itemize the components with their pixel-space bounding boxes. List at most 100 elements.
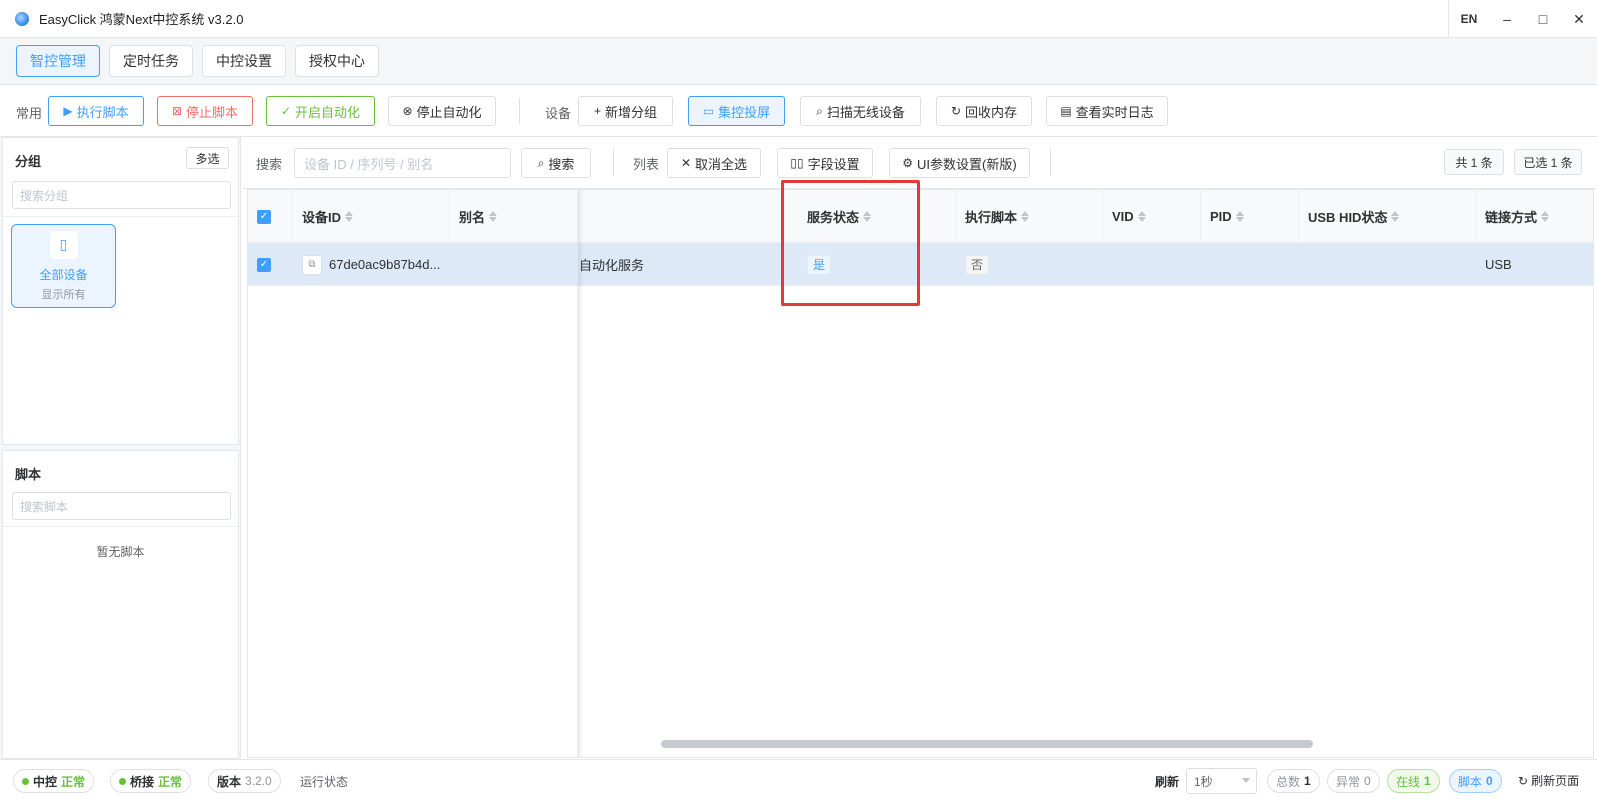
script-panel-divider xyxy=(3,526,238,527)
sort-icon[interactable] xyxy=(345,211,354,222)
ui-params-button[interactable]: ⚙ UI参数设置(新版) xyxy=(889,148,1030,178)
all-devices-label: 全部设备 xyxy=(39,267,88,282)
column-link-mode[interactable]: 链接方式 xyxy=(1476,190,1593,243)
refresh-interval-select[interactable]: 1秒 xyxy=(1186,768,1257,794)
row-checkbox[interactable]: ✓ xyxy=(257,257,271,272)
stop-automation-button[interactable]: ⊗ 停止自动化 xyxy=(388,96,496,126)
column-pid[interactable]: PID xyxy=(1201,190,1299,243)
error-devices-pill: 异常 0 xyxy=(1327,769,1380,793)
table-row[interactable]: ✓ ⧉ 67de0ac9b87b4d... 自动化服务 是 否 USB xyxy=(248,243,1593,286)
scan-wireless-button[interactable]: ⌕ 扫描无线设备 xyxy=(800,96,921,126)
empty-script-text: 暂无脚本 xyxy=(96,545,145,559)
phone-icon: ▯ xyxy=(49,230,78,259)
plus-icon: + xyxy=(593,104,601,118)
script-panel: 脚本 搜索脚本 暂无脚本 xyxy=(2,450,239,759)
view-log-button[interactable]: ▤ 查看实时日志 xyxy=(1046,96,1168,126)
horizontal-scrollbar[interactable] xyxy=(661,740,1313,748)
tab-scheduled-tasks[interactable]: 定时任务 xyxy=(109,45,193,77)
chevron-down-icon xyxy=(1242,778,1250,783)
start-automation-button[interactable]: ✓ 开启自动化 xyxy=(266,96,375,126)
total-devices-pill: 总数 1 xyxy=(1267,769,1320,793)
deselect-all-button[interactable]: ✕ 取消全选 xyxy=(667,148,761,178)
total-count-badge: 共 1 条 xyxy=(1444,149,1504,175)
group-screen-button[interactable]: ▭ 集控投屏 xyxy=(688,96,785,126)
refresh-page-button[interactable]: ↻ 刷新页面 xyxy=(1518,772,1579,789)
column-vid[interactable]: VID xyxy=(1103,190,1201,243)
refresh-icon: ↻ xyxy=(1518,773,1529,788)
pid-cell xyxy=(1201,243,1299,286)
gear-icon: ⚙ xyxy=(902,156,914,170)
device-table: ✓ 设备ID 别名 服务状态 执行脚本 VID PID USB HID状态 链接… xyxy=(247,189,1594,758)
window-title: EasyClick 鸿蒙Next中控系统 v3.2.0 xyxy=(39,12,244,27)
column-device-id[interactable]: 设备ID xyxy=(293,190,450,243)
script-count-pill: 脚本 0 xyxy=(1449,769,1502,793)
document-icon: ▤ xyxy=(1060,104,1072,118)
tab-license-center[interactable]: 授权中心 xyxy=(295,45,379,77)
version-pill: 版本 3.2.0 xyxy=(208,769,281,793)
tab-smart-control[interactable]: 智控管理 xyxy=(16,45,100,77)
bridge-status-pill: 桥接 正常 xyxy=(110,769,192,793)
field-settings-button[interactable]: ▯▯ 字段设置 xyxy=(777,148,873,178)
x-icon: ✕ xyxy=(680,156,692,170)
sort-icon[interactable] xyxy=(1391,211,1400,222)
partial-column-cell: 自动化服务 xyxy=(579,258,645,273)
stop-box-icon: ⊠ xyxy=(171,104,183,118)
usb-hid-cell xyxy=(1299,243,1476,286)
device-search-input[interactable]: 设备 ID / 序列号 / 别名 xyxy=(294,148,511,178)
toolbar-divider xyxy=(519,98,520,124)
refresh-label: 刷新 xyxy=(1155,775,1180,789)
group-panel-divider xyxy=(3,216,238,217)
close-circle-icon: ⊗ xyxy=(402,104,413,118)
sort-icon[interactable] xyxy=(1021,211,1030,222)
link-mode-cell: USB xyxy=(1485,257,1512,272)
sort-icon[interactable] xyxy=(1137,211,1146,222)
play-icon: ▶ xyxy=(63,104,73,118)
all-devices-card[interactable]: ▯ 全部设备 显示所有 xyxy=(11,224,116,308)
script-panel-title: 脚本 xyxy=(15,467,42,482)
monitor-icon: ▭ xyxy=(702,104,715,118)
device-id-cell: ⧉ 67de0ac9b87b4d... xyxy=(293,243,450,286)
search-button[interactable]: ⌕ 搜索 xyxy=(521,148,591,178)
tab-center-settings[interactable]: 中控设置 xyxy=(202,45,286,77)
multi-select-button[interactable]: 多选 xyxy=(186,147,229,169)
check-circle-icon: ✓ xyxy=(280,104,292,118)
device-label: 设备 xyxy=(545,106,572,121)
group-panel-title: 分组 xyxy=(15,154,42,169)
sort-icon[interactable] xyxy=(489,211,498,222)
search-icon: ⌕ xyxy=(537,156,545,170)
column-alias[interactable]: 别名 xyxy=(450,190,578,243)
maximize-icon[interactable]: □ xyxy=(1525,0,1561,38)
select-all-cell: ✓ xyxy=(248,190,293,243)
column-exec-script[interactable]: 执行脚本 xyxy=(956,190,1103,243)
close-icon[interactable]: ✕ xyxy=(1561,0,1597,38)
common-label: 常用 xyxy=(16,106,43,121)
center-status-pill: 中控 正常 xyxy=(13,769,95,793)
status-bar: 中控 正常 桥接 正常 版本 3.2.0 运行状态 刷新 1秒 总数 1 异常 … xyxy=(0,759,1597,799)
main-tabs: 智控管理 定时任务 中控设置 授权中心 xyxy=(0,38,1597,85)
refresh-icon: ↻ xyxy=(950,104,962,118)
selected-count-badge: 已选 1 条 xyxy=(1514,149,1582,175)
run-script-button[interactable]: ▶ 执行脚本 xyxy=(48,96,144,126)
column-usb-hid[interactable]: USB HID状态 xyxy=(1299,190,1476,243)
minimize-icon[interactable]: – xyxy=(1489,0,1525,38)
copy-icon[interactable]: ⧉ xyxy=(302,254,322,275)
sort-icon[interactable] xyxy=(1235,211,1244,222)
select-all-checkbox[interactable]: ✓ xyxy=(257,209,271,224)
app-logo-icon xyxy=(15,11,29,26)
script-search-input[interactable]: 搜索脚本 xyxy=(12,492,231,520)
reclaim-memory-button[interactable]: ↻ 回收内存 xyxy=(936,96,1032,126)
group-search-input[interactable]: 搜索分组 xyxy=(12,181,231,209)
stop-script-button[interactable]: ⊠ 停止脚本 xyxy=(157,96,253,126)
list-label: 列表 xyxy=(633,157,660,172)
all-devices-sub: 显示所有 xyxy=(41,288,86,301)
language-toggle-button[interactable]: EN xyxy=(1449,0,1489,38)
device-list-area: 搜索 设备 ID / 序列号 / 别名 ⌕ 搜索 列表 ✕ 取消全选 ▯▯ 字段… xyxy=(243,137,1597,759)
online-devices-pill: 在线 1 xyxy=(1387,769,1440,793)
exec-script-tag: 否 xyxy=(965,254,990,275)
alias-cell xyxy=(450,243,578,286)
search-label: 搜索 xyxy=(256,157,283,172)
sort-icon[interactable] xyxy=(1541,211,1550,222)
add-group-button[interactable]: + 新增分组 xyxy=(578,96,673,126)
group-panel: 分组 多选 搜索分组 ▯ 全部设备 显示所有 xyxy=(2,137,239,445)
filter-divider-2 xyxy=(1050,150,1051,176)
